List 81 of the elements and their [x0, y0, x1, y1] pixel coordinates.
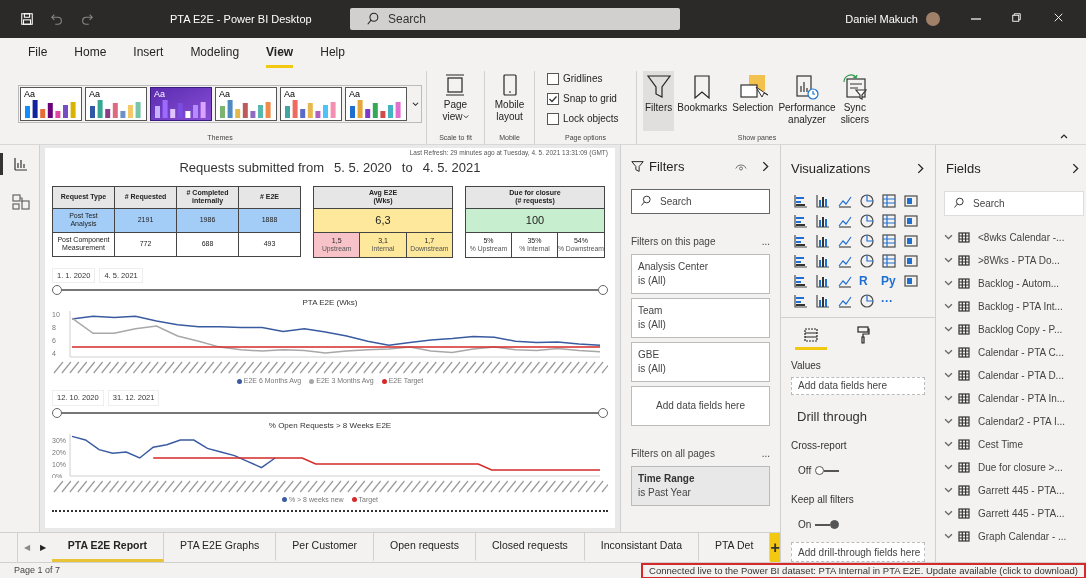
chart-title: % Open Requests > 8 Weeks E2E [267, 419, 393, 432]
checkbox-label: Gridlines [563, 72, 603, 86]
drop-zone[interactable]: Add drill-through fields here [791, 542, 925, 562]
field-table-name[interactable]: Due for closure >... [978, 459, 1063, 475]
more-options[interactable]: ... [761, 445, 770, 461]
filter-card[interactable]: Time Range is Past Year [631, 465, 770, 506]
pane-title: Filters [649, 158, 685, 176]
drop-zone[interactable]: Add data fields here [631, 385, 770, 426]
field-table-name[interactable]: Backlog - Autom... [978, 275, 1060, 291]
theme-thumbnail[interactable]: Aa [280, 87, 342, 121]
field-table-name[interactable]: Backlog - PTA Int... [978, 298, 1063, 314]
filter-card[interactable]: GBE is (All) [631, 341, 770, 382]
field-table-name[interactable]: Calendar - PTA D... [978, 367, 1064, 383]
drop-zone[interactable]: Add data fields here [791, 376, 925, 395]
pane-button[interactable]: Bookmarks [675, 71, 730, 131]
theme-sample-text: Aa [219, 89, 230, 99]
ribbon-tab[interactable]: Modeling [190, 43, 240, 68]
search-field[interactable]: Search [350, 8, 680, 30]
field-table-name[interactable]: Graph Calendar - ... [978, 528, 1067, 544]
mobile-layout-button[interactable]: Mobile layout [494, 71, 525, 123]
window-title: PTA E2E - Power BI Desktop [169, 11, 313, 27]
filter-card[interactable]: Team is (All) [631, 297, 770, 338]
add-page-button[interactable]: + [770, 533, 780, 562]
field-table-name[interactable]: Garrett 445 - PTA... [978, 505, 1065, 521]
field-table-name[interactable]: <8wks Calendar -... [978, 229, 1065, 245]
pane-title: Visualizations [791, 160, 871, 178]
visual-type[interactable]: ··· [881, 292, 897, 309]
theme-thumbnail[interactable]: Aa [20, 87, 82, 121]
report-heading: to [401, 159, 413, 177]
page-tab[interactable]: PTA E2E Report [51, 533, 165, 562]
ribbon-tab[interactable]: File [28, 43, 48, 68]
theme-thumbnail[interactable]: Aa [150, 87, 212, 121]
field-table-name[interactable]: Backlog Copy - P... [978, 321, 1063, 337]
theme-sample-text: Aa [89, 89, 100, 99]
toggle-label: Cross-report [791, 439, 848, 454]
pane-button[interactable]: Performance analyzer [776, 71, 838, 131]
theme-sample-text: Aa [349, 89, 360, 99]
toggle-state: Off [798, 464, 812, 479]
section-label: Filters on all pages [631, 446, 715, 461]
field-table-name[interactable]: >8Wks - PTA Do... [978, 252, 1060, 268]
page-view-button[interactable]: Page view [442, 71, 469, 123]
field-table-name[interactable]: Calendar2 - PTA I... [978, 413, 1066, 429]
theme-sample-text: Aa [284, 89, 295, 99]
visual-type[interactable]: R [859, 272, 875, 289]
field-table-name[interactable]: Cest Time [978, 436, 1023, 452]
user-name: Daniel Makuch [845, 11, 918, 27]
pane-button[interactable]: Sync slicers [838, 71, 871, 131]
more-options[interactable]: ... [761, 233, 770, 249]
toggle-label: Keep all filters [791, 493, 855, 508]
section-label: Values [791, 358, 822, 373]
pane-button[interactable]: Filters [643, 71, 675, 131]
filter-card[interactable]: Analysis Center is (All) [631, 253, 770, 294]
pane-title: Fields [946, 160, 981, 178]
theme-thumbnail[interactable]: Aa [345, 87, 407, 121]
section-label: Filters on this page [631, 234, 716, 249]
pane-button[interactable]: Selection [730, 71, 776, 131]
theme-sample-text: Aa [154, 89, 165, 99]
date-value: 4. 5. 2021 [422, 159, 481, 177]
theme-sample-text: Aa [24, 89, 35, 99]
field-table-name[interactable]: Garrett 445 - PTA... [978, 482, 1065, 498]
field-table-name[interactable]: Calendar - PTA In... [978, 390, 1066, 406]
section-title: Drill through [796, 407, 869, 426]
card-value: 100 [466, 208, 604, 233]
ribbon-tab[interactable]: Insert [133, 43, 164, 68]
report-heading: Requests submitted from [179, 159, 324, 177]
toggle-state: On [798, 518, 812, 533]
search-field[interactable]: Search [944, 190, 1084, 216]
date-value: 5. 5. 2020 [334, 159, 392, 177]
status-message[interactable]: Connected live to the Power BI dataset: PTA Internal in PTA E2E. Update available (click to download) [641, 562, 1086, 578]
checkbox-label: Snap to grid [563, 92, 617, 106]
page-count: Page 1 of 7 [13, 563, 61, 577]
checkbox-label: Lock objects [563, 112, 619, 126]
chart-title: PTA E2E (Wks) [301, 296, 359, 309]
field-table-name[interactable]: Calendar - PTA C... [978, 344, 1064, 360]
visual-type[interactable]: Py [881, 272, 897, 289]
ribbon-tab[interactable]: Help [320, 43, 345, 68]
theme-thumbnail[interactable]: Aa [85, 87, 147, 121]
theme-thumbnail[interactable]: Aa [215, 87, 277, 121]
card-value: 6,3 [314, 208, 452, 233]
ribbon-tab[interactable]: Home [74, 43, 107, 68]
search-field[interactable]: Search [631, 188, 770, 214]
